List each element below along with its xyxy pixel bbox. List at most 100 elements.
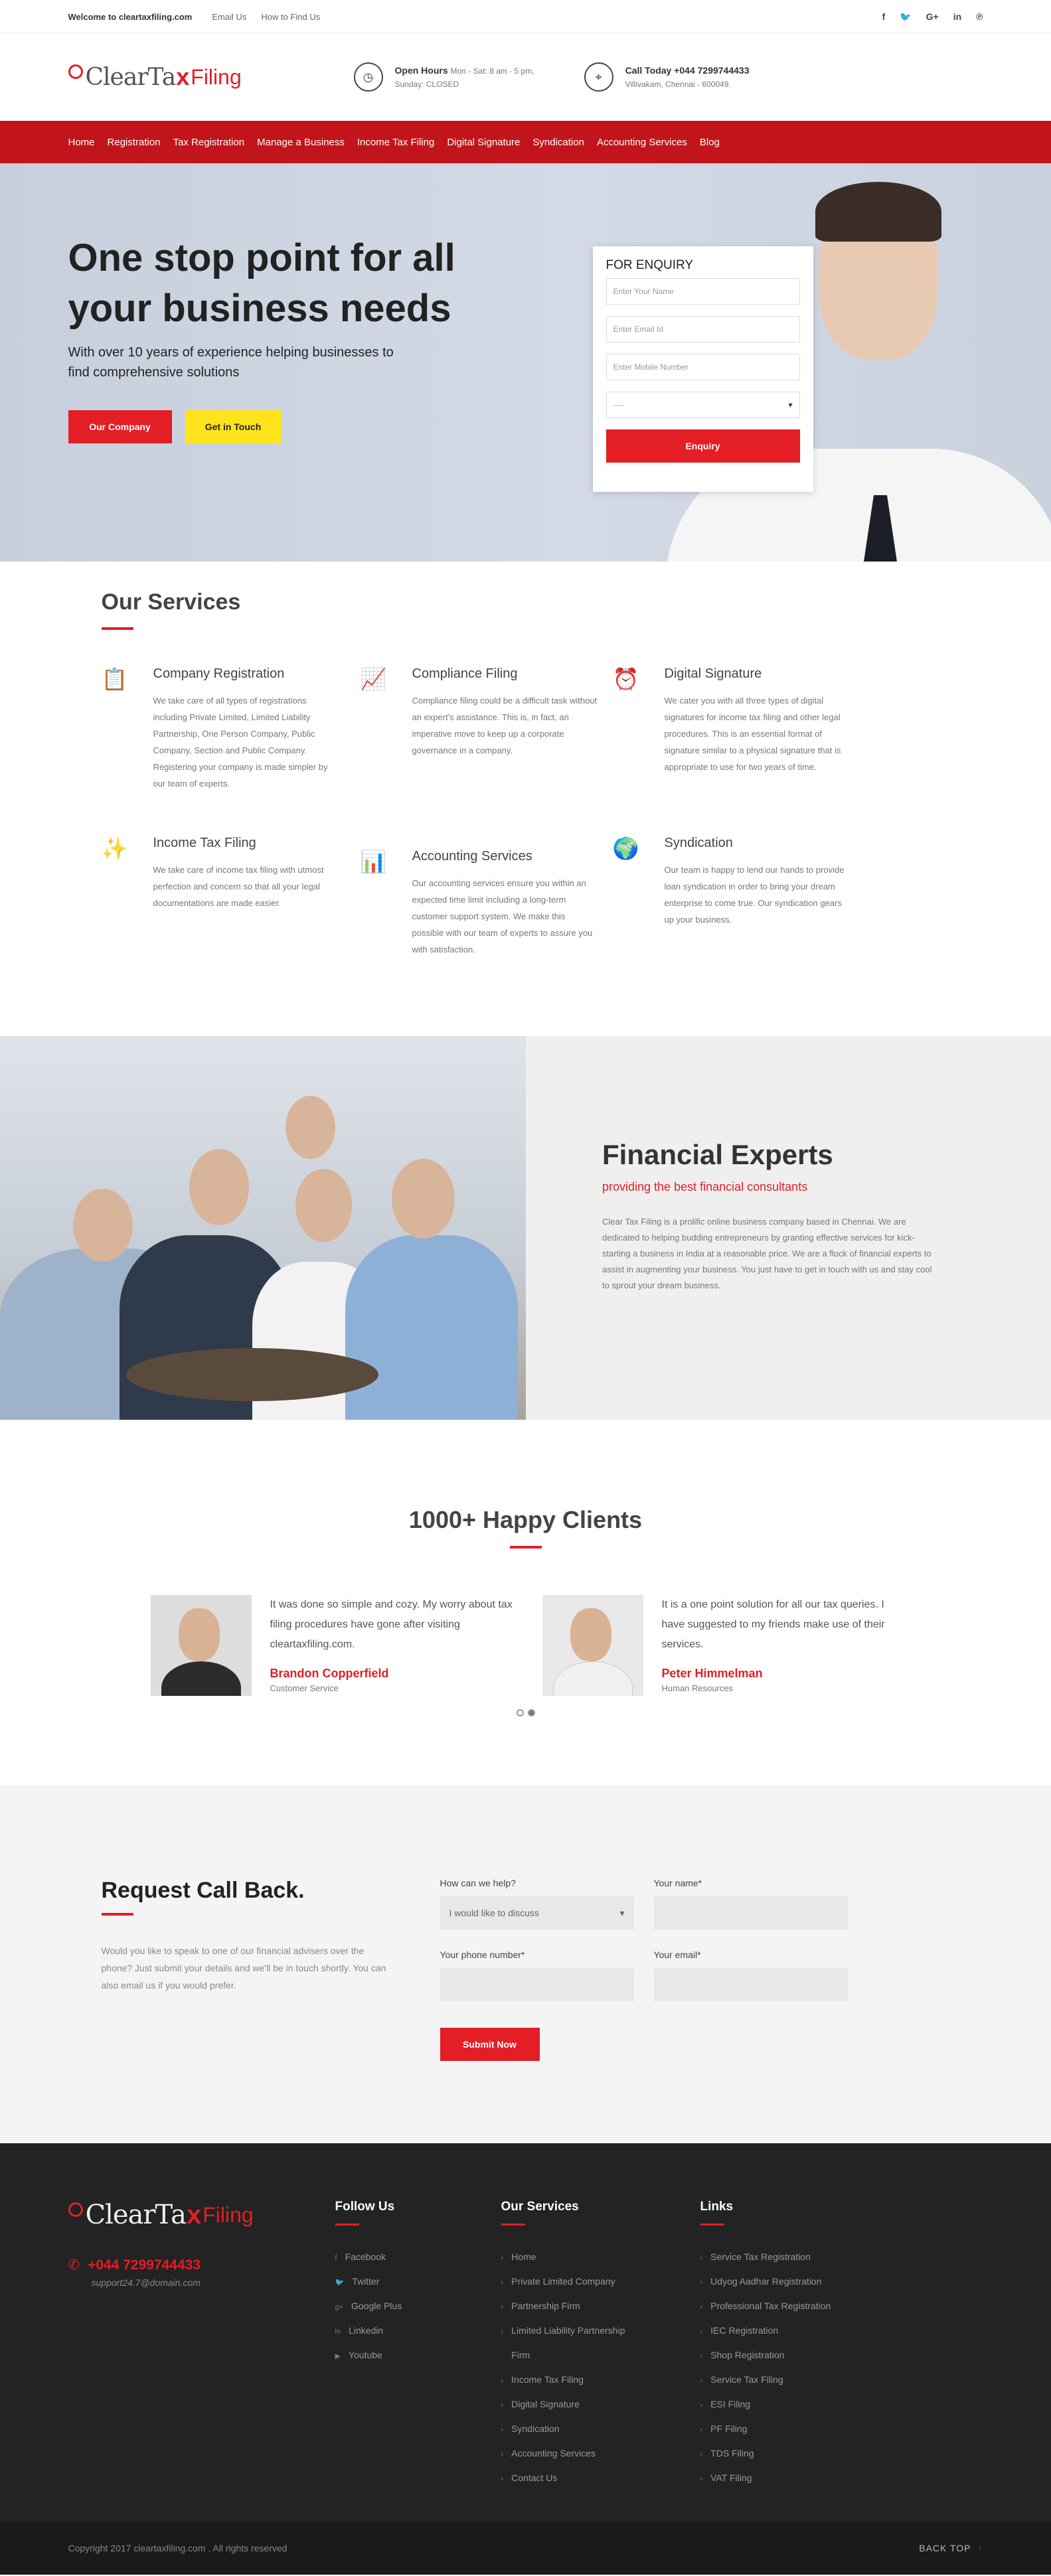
footer-link[interactable]: › Shop Registration [700, 2344, 886, 2368]
service-income-tax-filing[interactable]: ✨ Income Tax Filing We take care of inco… [101, 836, 324, 911]
carousel-dot[interactable] [527, 1709, 535, 1716]
callback-form: How can we help? I would like to discuss… [440, 1878, 848, 2061]
footer-link[interactable]: › Udyog Aadhar Registration [700, 2270, 886, 2295]
footer-phone[interactable]: +044 7299744433 [88, 2257, 201, 2273]
open-hours: ◷ Open Hours Mon - Sat: 8 am - 5 pm, Sun… [353, 62, 534, 92]
submit-now-button[interactable]: Submit Now [440, 2028, 540, 2061]
footer-service-link[interactable]: › Limited Liability Partnership [501, 2319, 700, 2344]
linkedin-icon[interactable]: in [953, 11, 961, 23]
name-input[interactable] [653, 1896, 848, 1930]
our-company-button[interactable]: Our Company [68, 410, 172, 443]
call-info: ⌖ Call Today +044 7299744433 Villivakam,… [584, 62, 750, 92]
service-syndication[interactable]: 🌍 Syndication Our team is happy to lend … [613, 836, 845, 928]
youtube-icon: ▶ [335, 2352, 341, 2360]
enquiry-form: FOR ENQUIRY Enter Your Name Enter Email … [592, 246, 813, 492]
footer-service-link[interactable]: › Income Tax Filing [501, 2368, 700, 2393]
copyright-bar: Copyright 2017 cleartaxfiling.com . All … [0, 2522, 1051, 2575]
follow-twitter[interactable]: 🐦 Twitter [335, 2270, 501, 2295]
footer-link[interactable]: › VAT Filing [700, 2466, 886, 2491]
back-top-button[interactable]: BACK TOP ↑ [919, 2543, 983, 2553]
footer-email[interactable]: support24.7@domain.com [92, 2277, 335, 2288]
enquiry-select[interactable]: ---- ▾ [606, 392, 800, 418]
footer-logo[interactable]: Clear Ta x Filing [68, 2200, 335, 2230]
nav-digital-signature[interactable]: Digital Signature [447, 137, 520, 148]
follow-youtube[interactable]: ▶ Youtube [335, 2344, 501, 2368]
enquiry-name-input[interactable]: Enter Your Name [606, 278, 800, 305]
client-avatar [150, 1595, 252, 1696]
phone-input[interactable] [440, 1968, 634, 2001]
chevron-right-icon: › [700, 2401, 703, 2409]
google-plus-icon: g+ [335, 2303, 344, 2311]
footer-link[interactable]: › PF Filing [700, 2417, 886, 2442]
callback-title: Request Call Back. [101, 1878, 305, 1903]
email-us-link[interactable]: Email Us [212, 12, 246, 22]
chevron-right-icon: › [700, 2377, 703, 2385]
carousel-dot[interactable] [516, 1709, 524, 1716]
follow-linkedin[interactable]: in Linkedin [335, 2319, 501, 2344]
clock-icon: ◷ [353, 62, 383, 92]
enquiry-email-input[interactable]: Enter Email Id [606, 316, 800, 342]
footer-link[interactable]: › Service Tax Filing [700, 2368, 886, 2393]
footer-service-link[interactable]: › Home [501, 2245, 700, 2270]
nav-manage-business[interactable]: Manage a Business [257, 137, 345, 148]
dropdown-arrow-icon: ▾ [788, 400, 793, 410]
footer-service-link[interactable]: › Private Limited Company [501, 2270, 700, 2295]
hours-text: Mon - Sat: 8 am - 5 pm, [450, 66, 534, 76]
call-address: Villivakam, Chennai - 600049. [625, 80, 731, 89]
hours-sub: Sunday: CLOSED [394, 80, 459, 89]
footer-link[interactable]: › TDS Filing [700, 2442, 886, 2466]
email-input[interactable] [653, 1968, 848, 2001]
footer-service-link[interactable]: › Syndication [501, 2417, 700, 2442]
enquiry-title: FOR ENQUIRY [606, 258, 694, 272]
nav-blog[interactable]: Blog [700, 137, 720, 148]
footer-service-link[interactable]: ›Firm [501, 2344, 700, 2368]
client-name: Brandon Copperfield [270, 1667, 389, 1680]
twitter-icon[interactable]: 🐦 [900, 11, 911, 23]
footer-service-link[interactable]: › Accounting Services [501, 2442, 700, 2466]
facebook-icon[interactable]: f [882, 11, 886, 23]
testimonial: It was done so simple and cozy. My worry… [150, 1595, 516, 1696]
footer-link[interactable]: › ESI Filing [700, 2393, 886, 2417]
service-company-registration[interactable]: 📋 Company Registration We take care of a… [102, 666, 328, 792]
nav-income-tax-filing[interactable]: Income Tax Filing [357, 137, 434, 148]
service-digital-signature[interactable]: ⏰ Digital Signature We cater you with al… [613, 666, 841, 775]
service-accounting-services[interactable]: 📊 Accounting Services Our accounting ser… [361, 849, 593, 958]
title-underline [509, 1546, 542, 1549]
service-compliance-filing[interactable]: 📈 Compliance Filing Compliance filing co… [361, 666, 598, 759]
follow-facebook[interactable]: f Facebook [335, 2245, 501, 2270]
sun-icon [68, 2202, 83, 2217]
chevron-right-icon: › [700, 2426, 703, 2434]
find-us-link[interactable]: How to Find Us [261, 12, 320, 22]
chevron-right-icon: › [700, 2352, 703, 2360]
nav-syndication[interactable]: Syndication [532, 137, 584, 148]
chevron-right-icon: › [501, 2328, 504, 2336]
footer-link[interactable]: › IEC Registration [700, 2319, 886, 2344]
nav-accounting-services[interactable]: Accounting Services [597, 137, 687, 148]
chevron-right-icon: › [501, 2303, 504, 2311]
magic-wand-icon: ✨ [101, 836, 128, 860]
nav-registration[interactable]: Registration [108, 137, 161, 148]
site-logo[interactable]: Clear Ta x Filing [68, 63, 354, 91]
footer-service-link[interactable]: › Contact Us [501, 2466, 700, 2491]
nav-home[interactable]: Home [68, 137, 95, 148]
location-pin-icon: ⌖ [584, 62, 613, 92]
footer-service-link[interactable]: › Partnership Firm [501, 2295, 700, 2319]
nav-tax-registration[interactable]: Tax Registration [173, 137, 245, 148]
help-select[interactable]: I would like to discuss ▾ [440, 1896, 634, 1930]
pinterest-icon[interactable]: ℗ [976, 11, 983, 23]
enquiry-submit-button[interactable]: Enquiry [606, 429, 800, 463]
hours-title: Open Hours [394, 65, 448, 76]
follow-google-plus[interactable]: g+ Google Plus [335, 2295, 501, 2319]
team-photo [0, 1036, 526, 1420]
footer-links-title: Links [700, 2200, 734, 2214]
enquiry-mobile-input[interactable]: Enter Mobile Number [606, 354, 800, 380]
get-in-touch-button[interactable]: Get in Touch [185, 410, 282, 443]
google-plus-icon[interactable]: G+ [926, 11, 939, 23]
chevron-right-icon: › [501, 2279, 504, 2287]
finance-text: Clear Tax Filing is a prolific online bu… [602, 1217, 932, 1290]
footer-link[interactable]: › Professional Tax Registration [700, 2295, 886, 2319]
client-role: Customer Service [270, 1683, 339, 1693]
services-section: Our Services 📋 Company Registration We t… [0, 562, 1051, 1036]
footer-link[interactable]: › Service Tax Registration [700, 2245, 886, 2270]
footer-service-link[interactable]: › Digital Signature [501, 2393, 700, 2417]
